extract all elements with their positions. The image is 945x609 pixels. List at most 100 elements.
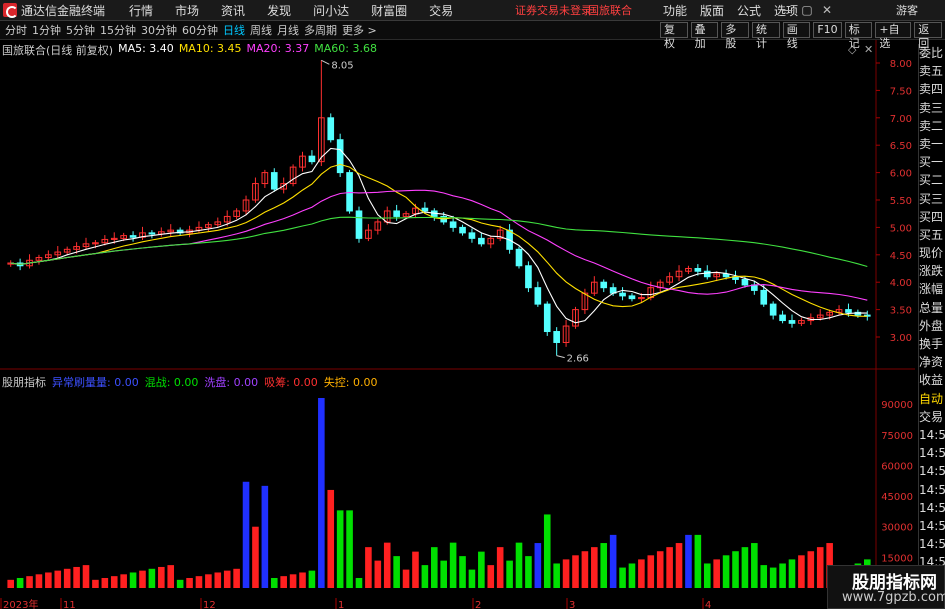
- side-panel-item: 买二: [919, 173, 944, 188]
- volume-bar: [543, 514, 551, 588]
- volume-tick-label: 45000: [881, 492, 913, 503]
- volume-tick-label: 60000: [881, 461, 913, 472]
- current-stock-name: 国旅联合: [588, 4, 632, 17]
- chart-button-1[interactable]: 叠加: [690, 22, 719, 50]
- right-menu-item-1[interactable]: 版面: [700, 2, 724, 19]
- volume-bar: [158, 566, 165, 588]
- menu-item-1[interactable]: 市场: [175, 2, 199, 19]
- volume-bar: [609, 534, 617, 588]
- period-tab-3[interactable]: 15分钟: [100, 22, 136, 38]
- side-panel-item: 卖四: [919, 82, 944, 97]
- volume-bar: [430, 547, 438, 588]
- volume-bar: [280, 576, 287, 588]
- volume-bar: [110, 576, 118, 588]
- period-tab-8[interactable]: 月线: [277, 22, 299, 38]
- candle: [769, 303, 777, 316]
- volume-bar: [318, 398, 325, 588]
- chart-button-2[interactable]: 多股: [721, 22, 750, 50]
- volume-bar: [148, 568, 156, 588]
- volume-bar: [252, 526, 259, 588]
- candle: [845, 309, 852, 313]
- volume-bar: [581, 551, 589, 588]
- side-panel-item: 涨幅: [919, 282, 944, 297]
- menu-item-2[interactable]: 资讯: [221, 2, 245, 19]
- menu-item-5[interactable]: 财富圈: [371, 2, 407, 19]
- volume-bar: [45, 572, 52, 588]
- diamond-icon[interactable]: ◇: [848, 43, 857, 56]
- chart-button-5[interactable]: F10: [813, 22, 842, 38]
- volume-bar: [562, 559, 570, 588]
- menu-item-3[interactable]: 发现: [267, 2, 291, 19]
- volume-bar: [741, 547, 749, 588]
- indicator-legend-item-2: 洗盘: 0.00: [204, 376, 259, 389]
- date-label: 4: [705, 600, 711, 609]
- right-menu-item-0[interactable]: 功能: [663, 2, 687, 19]
- volume-bar: [383, 542, 391, 588]
- indicator-legend-item-4: 失控: 0.00: [323, 376, 378, 389]
- volume-bar: [788, 559, 796, 588]
- candle: [628, 295, 636, 300]
- volume-bar: [308, 570, 316, 588]
- high-marker-line: [321, 59, 330, 65]
- menu-item-4[interactable]: 问小达: [313, 2, 349, 19]
- volume-bar: [73, 566, 80, 588]
- candlestick-chart[interactable]: 8.00 7.50 7.00 6.50 6.00 5.50 5.00 4.50 4.00 3.50…: [0, 40, 915, 370]
- side-panel-item: 收益: [919, 373, 944, 388]
- volume-tick-label: 75000: [881, 431, 913, 442]
- chart-button-6[interactable]: 标记: [844, 22, 873, 50]
- close-panel-icon[interactable]: ✕: [864, 43, 873, 56]
- volume-bar: [534, 543, 542, 588]
- volume-bar: [468, 569, 476, 588]
- chart-title: 国旅联合(日线 前复权): [2, 44, 114, 57]
- period-tab-6[interactable]: 日线: [223, 22, 245, 38]
- chart-button-3[interactable]: 统计: [752, 22, 780, 50]
- period-tab-5[interactable]: 60分钟: [182, 22, 218, 38]
- period-tab-0[interactable]: 分时: [5, 22, 27, 38]
- period-tab-2[interactable]: 5分钟: [66, 22, 95, 38]
- title-bar: 通达信金融终端 行情 市场 资讯 发现 问小达 财富圈 交易 证券交易未登录 国旅联合 功能…: [0, 0, 945, 21]
- period-tab-7[interactable]: 周线: [250, 22, 272, 38]
- period-tab-1[interactable]: 1分钟: [32, 22, 61, 38]
- volume-bar: [299, 572, 306, 588]
- volume-bar: [760, 565, 768, 588]
- candle: [553, 331, 560, 343]
- minimize-icon[interactable]: —: [780, 3, 794, 17]
- candle: [129, 235, 137, 238]
- chart-button-4[interactable]: 画线: [782, 22, 811, 50]
- close-icon[interactable]: ✕: [820, 3, 834, 17]
- chart-button-0[interactable]: 复权: [660, 22, 688, 50]
- candle: [449, 221, 457, 228]
- menu-item-0[interactable]: 行情: [129, 2, 153, 19]
- trade-login-notice[interactable]: 证券交易未登录: [515, 2, 592, 18]
- date-label: 12: [203, 600, 216, 609]
- menu-item-6[interactable]: 交易: [429, 2, 453, 19]
- period-tab-4[interactable]: 30分钟: [141, 22, 177, 38]
- side-panel-item: 卖三: [919, 100, 944, 115]
- main-legend: 国旅联合(日线 前复权) MA5: 3.40 MA10: 3.45 MA20: …: [2, 42, 377, 58]
- volume-bar: [101, 577, 109, 588]
- candle: [468, 232, 476, 239]
- chart-button-8[interactable]: 返回: [914, 22, 942, 50]
- guest-label[interactable]: 游客: [896, 2, 918, 18]
- volume-bar: [233, 568, 240, 588]
- price-tick-label: 3.00: [890, 333, 912, 344]
- candle: [355, 210, 363, 239]
- maximize-icon[interactable]: ▢: [800, 3, 814, 17]
- volume-bar: [54, 570, 62, 588]
- app-name: 通达信金融终端: [21, 3, 106, 18]
- volume-bar: [751, 543, 758, 588]
- chart-button-7[interactable]: +自选: [875, 22, 912, 50]
- candle: [600, 281, 608, 289]
- volume-tick-label: 30000: [881, 523, 913, 534]
- period-tab-9[interactable]: 多周期: [304, 22, 337, 38]
- volume-bar: [496, 547, 504, 588]
- volume-bar: [628, 563, 636, 588]
- low-marker-line: [556, 355, 565, 359]
- candle: [336, 139, 344, 174]
- side-panel-item: 14:56: [919, 446, 945, 461]
- volume-bar: [223, 570, 231, 588]
- period-tab-10[interactable]: 更多 >: [342, 22, 377, 38]
- right-menu-item-2[interactable]: 公式: [737, 2, 761, 19]
- volume-indicator-chart[interactable]: 90000 75000 60000 45000 30000 15000: [0, 370, 915, 600]
- volume-bar: [713, 559, 720, 588]
